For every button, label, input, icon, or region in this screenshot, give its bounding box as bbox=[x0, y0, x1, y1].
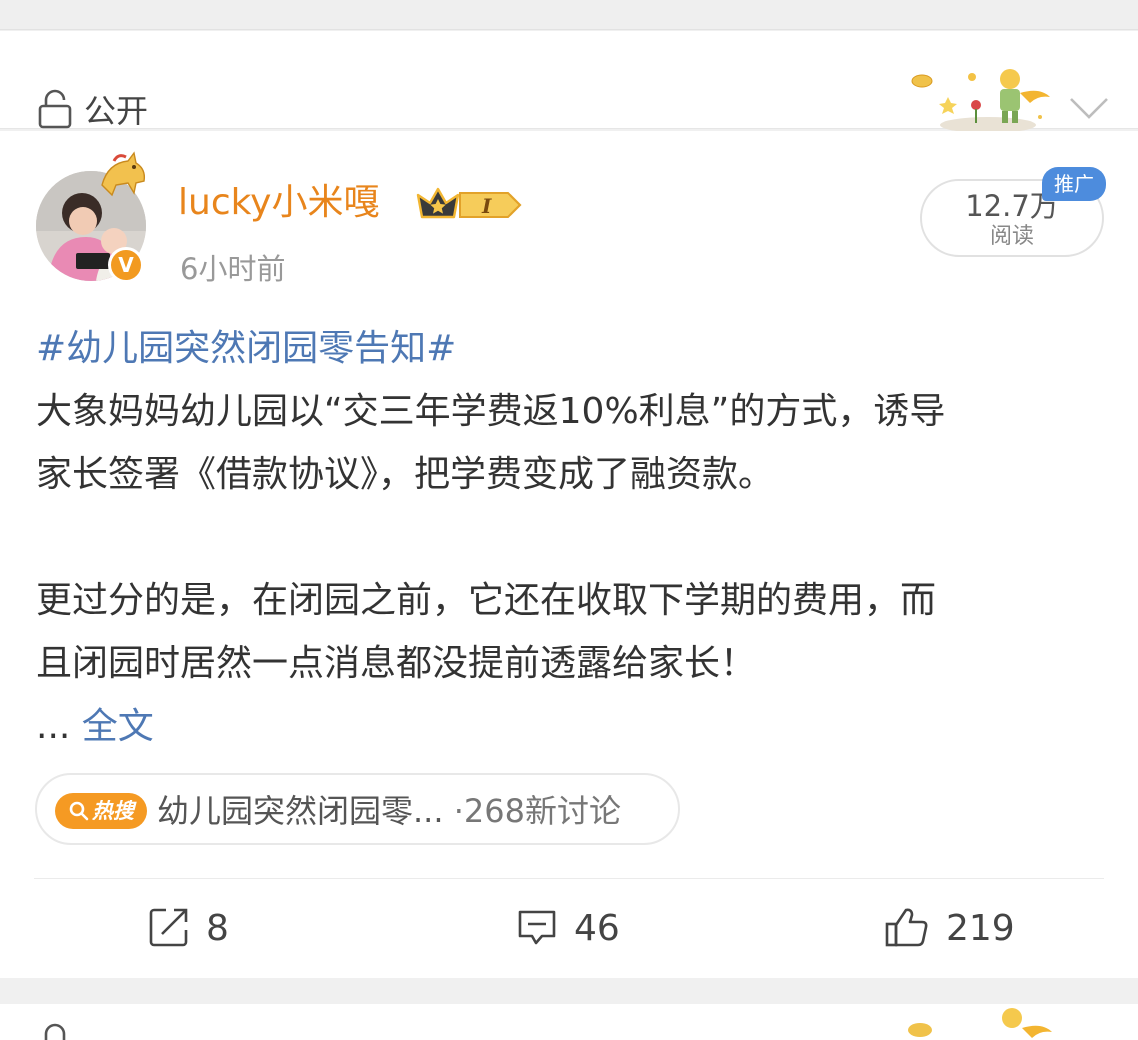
next-card-preview bbox=[0, 1004, 1138, 1040]
hot-search-title: 幼儿园突然闭园零... bbox=[157, 792, 444, 830]
search-icon bbox=[69, 801, 89, 821]
privacy-label[interactable]: 公开 bbox=[84, 91, 148, 131]
repost-count: 8 bbox=[206, 908, 229, 949]
hot-search-badge: 热搜 bbox=[55, 793, 147, 829]
like-button[interactable]: 219 bbox=[884, 899, 1015, 959]
repost-icon bbox=[148, 906, 190, 952]
hot-search-pill[interactable]: 热搜 幼儿园突然闭园零... ·268新讨论 bbox=[35, 773, 680, 845]
action-divider bbox=[34, 878, 1104, 879]
comment-count: 46 bbox=[574, 908, 620, 949]
hot-search-count: 268新讨论 bbox=[463, 792, 621, 830]
read-label: 阅读 bbox=[989, 224, 1034, 249]
hot-search-text: 幼儿园突然闭园零... ·268新讨论 bbox=[157, 789, 621, 833]
post-body: #幼儿园突然闭园零告知# 大象妈妈幼儿园以“交三年学费返10%利息”的方式，诱导… bbox=[36, 317, 1106, 758]
body-line: 且闭园时居然一点消息都没提前透露给家长！ bbox=[36, 643, 757, 684]
comment-button[interactable]: 46 bbox=[516, 899, 620, 959]
top-strip bbox=[0, 0, 1138, 30]
hot-search-badge-text: 热搜 bbox=[92, 799, 134, 823]
post-time: 6小时前 bbox=[180, 252, 286, 286]
verified-badge: V bbox=[108, 247, 144, 283]
lock-icon bbox=[37, 89, 73, 133]
comment-icon bbox=[516, 906, 558, 952]
body-line: 更过分的是，在闭园之前，它还在收取下学期的费用，而 bbox=[36, 580, 937, 621]
level-text: I bbox=[481, 194, 492, 218]
like-count: 219 bbox=[946, 908, 1015, 949]
full-text-link[interactable]: 全文 bbox=[82, 706, 154, 747]
hot-search-separator: · bbox=[453, 792, 464, 830]
username[interactable]: lucky小米嘎 bbox=[178, 181, 379, 225]
little-prince-decoration bbox=[908, 67, 1058, 133]
like-icon bbox=[884, 906, 930, 952]
ellipsis: ... bbox=[36, 706, 71, 747]
chevron-down-icon[interactable] bbox=[1068, 95, 1110, 125]
topic-link[interactable]: #幼儿园突然闭园零告知# bbox=[36, 317, 1106, 380]
card-gap bbox=[0, 978, 1138, 1004]
avatar-pendant-decoration bbox=[96, 151, 148, 203]
post-card: V lucky小米嘎 I 6小时前 12.7万 阅读 推广 #幼儿园突然闭园零告… bbox=[0, 131, 1138, 978]
crown-icon[interactable]: I bbox=[416, 185, 524, 229]
body-blank-line bbox=[36, 506, 1106, 569]
read-more-row: ... 全文 bbox=[36, 695, 1106, 758]
body-line: 家长签署《借款协议》，把学费变成了融资款。 bbox=[36, 454, 775, 495]
body-line: 大象妈妈幼儿园以“交三年学费返10%利息”的方式，诱导 bbox=[36, 391, 946, 432]
repost-button[interactable]: 8 bbox=[148, 899, 229, 959]
privacy-bar: 公开 bbox=[0, 31, 1138, 133]
promo-badge: 推广 bbox=[1042, 167, 1106, 201]
